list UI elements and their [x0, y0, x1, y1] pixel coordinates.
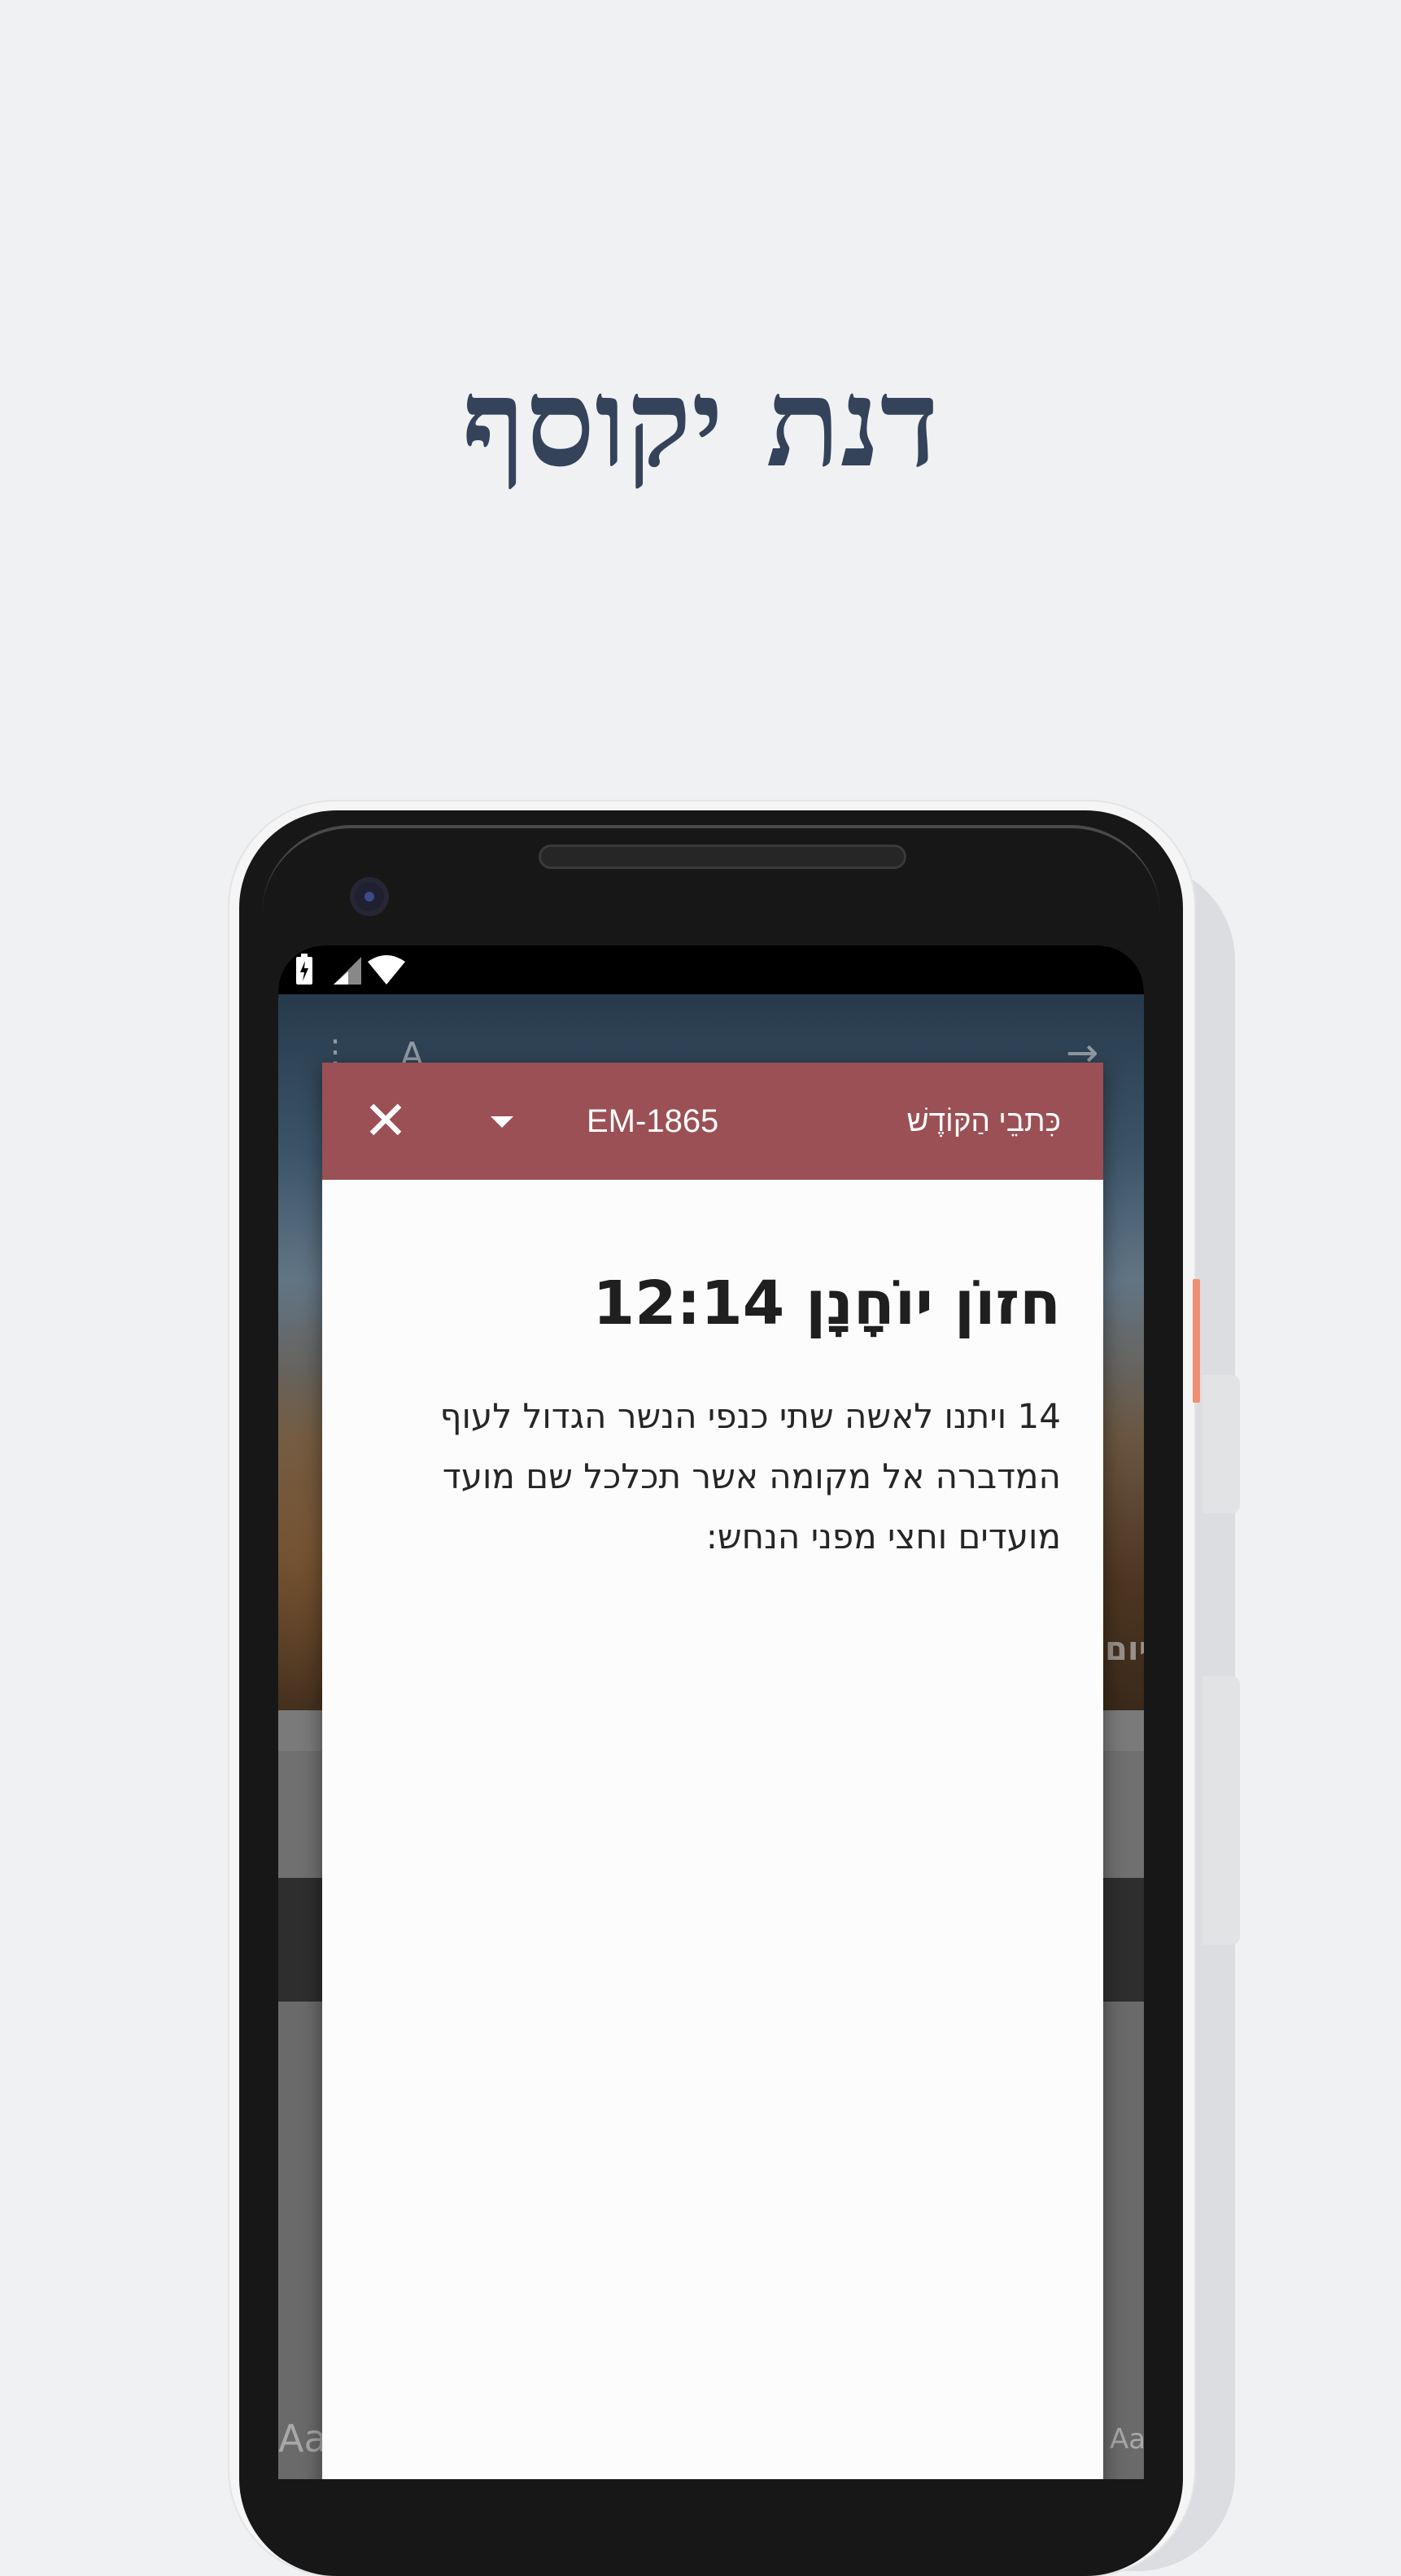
verse-text: 14 ויתנו לאשה שתי כנפי הנשר הגדול לעוף ה…: [439, 1396, 1061, 1557]
phone-screen: ⋮ A → יום Aa Aa ✕ EM-1865 כִּתבֵי הַקּוֹ…: [278, 945, 1144, 2479]
phone-bezel-highlight: [262, 825, 1160, 926]
font-style-label-right[interactable]: Aa: [1110, 2423, 1144, 2456]
promo-title: דנת יקוסף: [462, 351, 939, 495]
wifi-icon: [366, 954, 407, 993]
battery-charging-icon: [295, 954, 314, 993]
source-title: כִּתבֵי הַקּוֹדֶשׁ: [906, 1104, 1061, 1137]
volume-button: [1202, 1375, 1240, 1513]
dropdown-arrow-shape: [491, 1116, 513, 1128]
dropdown-arrow-icon[interactable]: [474, 1097, 527, 1146]
cell-signal-icon: [332, 954, 363, 993]
background-edge-text: יום: [1105, 1631, 1144, 1668]
status-bar: [278, 945, 1144, 994]
verse-reference: חזוֹן יוֹחָנָן 12:14: [592, 1268, 1061, 1338]
power-button: [1193, 1279, 1200, 1403]
verse-dialog: ✕ EM-1865 כִּתבֵי הַקּוֹדֶשׁ חזוֹן יוֹחָ…: [322, 1063, 1103, 2479]
phone-speaker: [539, 845, 906, 869]
bible-version-label[interactable]: EM-1865: [587, 1098, 718, 1144]
volume-button-lower: [1202, 1676, 1240, 1945]
close-icon[interactable]: ✕: [355, 1090, 417, 1152]
front-camera: [350, 877, 389, 916]
dialog-toolbar: ✕ EM-1865 כִּתבֵי הַקּוֹדֶשׁ: [322, 1063, 1103, 1180]
font-style-label-left[interactable]: Aa: [278, 2417, 327, 2460]
